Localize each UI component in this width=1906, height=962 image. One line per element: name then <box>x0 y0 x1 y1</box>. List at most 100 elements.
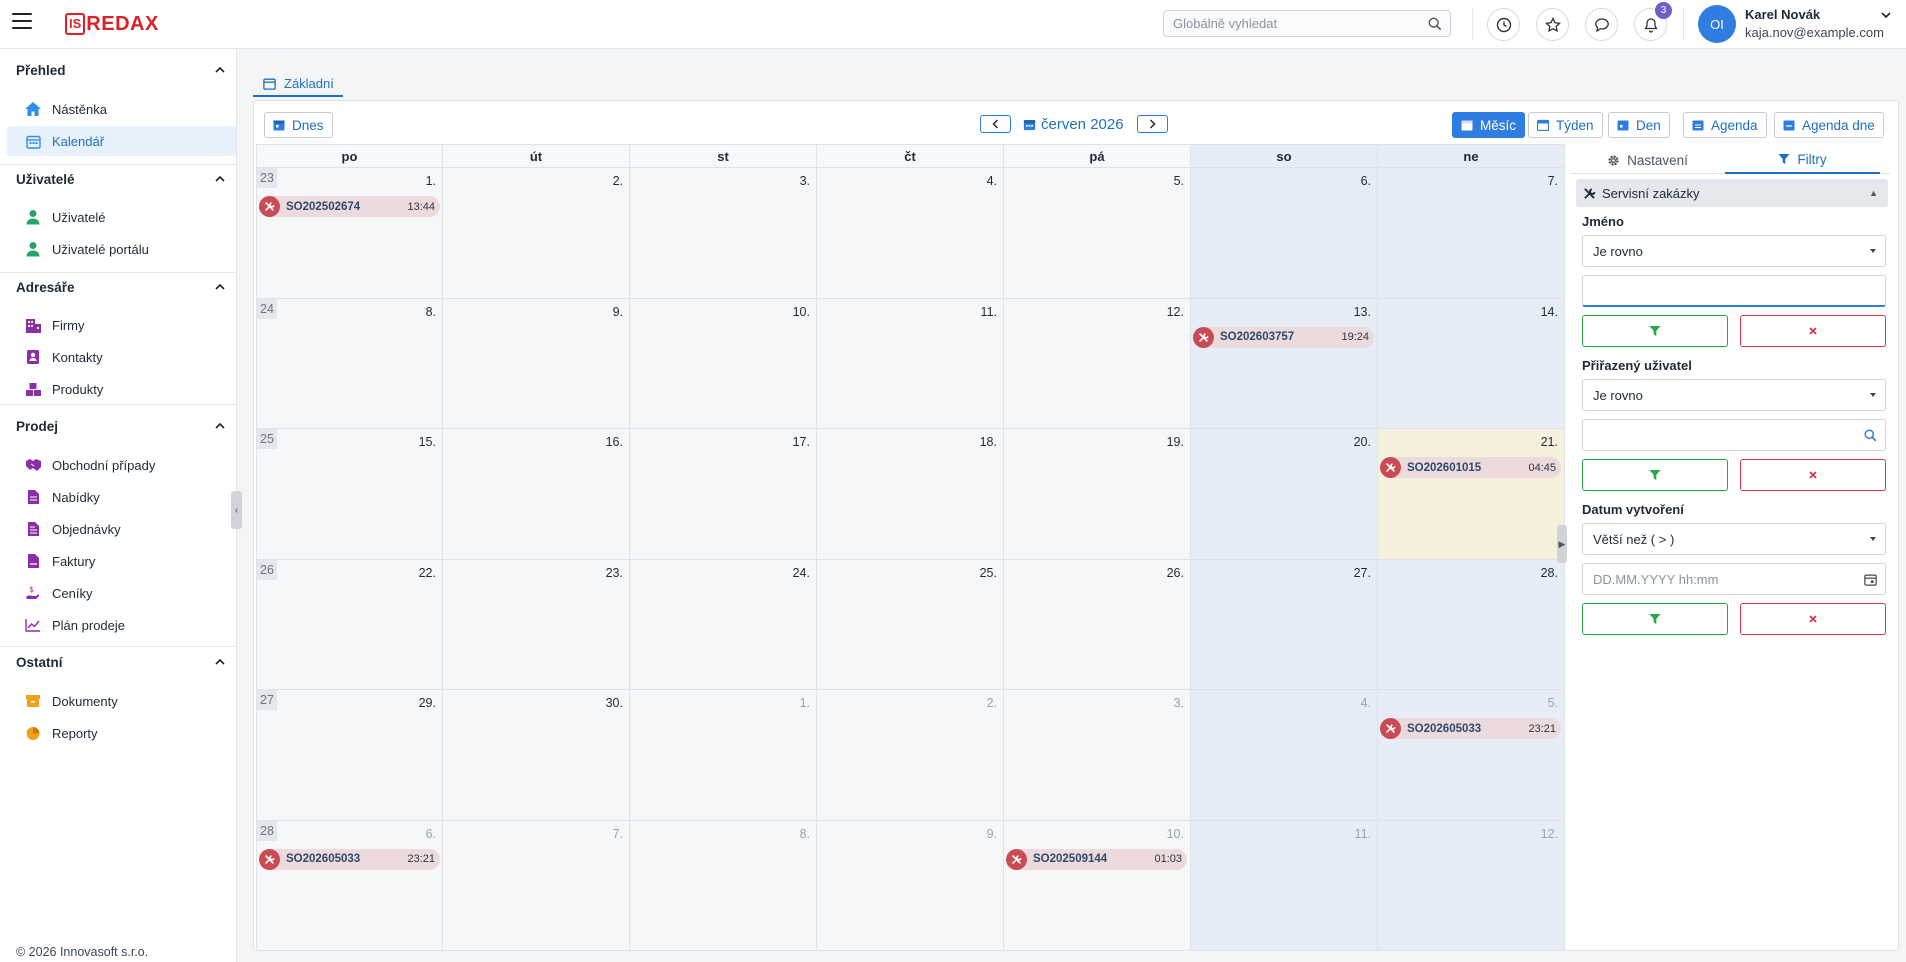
assigned-operator-select[interactable]: Je rovno <box>1582 379 1886 411</box>
day-number[interactable]: 15. <box>419 435 436 449</box>
month-title[interactable]: červen 2026 <box>1023 113 1124 135</box>
section-ostatni[interactable]: Ostatní <box>0 651 236 673</box>
day-cell[interactable]: 26 22. <box>256 559 443 690</box>
day-number[interactable]: 10. <box>793 305 810 319</box>
day-cell[interactable]: 17. <box>630 429 817 560</box>
day-number[interactable]: 30. <box>606 696 623 710</box>
day-number[interactable]: 5. <box>1174 174 1184 188</box>
global-search-input[interactable] <box>1164 11 1414 36</box>
day-number[interactable]: 2. <box>987 696 997 710</box>
week-number[interactable]: 23 <box>257 168 277 188</box>
sidebar-item-plan-prodeje[interactable]: Plán prodeje <box>7 610 236 640</box>
day-number[interactable]: 20. <box>1354 435 1371 449</box>
week-number[interactable]: 25 <box>257 429 277 449</box>
sidebar-item-nabidky[interactable]: Nabídky <box>7 482 236 512</box>
sidebar-item-nastenka[interactable]: Nástěnka <box>7 94 236 124</box>
day-cell[interactable]: 10. <box>630 298 817 429</box>
calendar-event[interactable]: SO202605033 23:21 <box>259 848 440 870</box>
filter-panel-toggle[interactable]: ▶ <box>1557 525 1567 563</box>
day-number[interactable]: 12. <box>1541 827 1558 841</box>
day-cell[interactable]: 5. <box>1004 168 1191 299</box>
day-number[interactable]: 6. <box>426 827 436 841</box>
view-month-button[interactable]: Měsíc <box>1452 112 1526 138</box>
name-apply-filter-button[interactable] <box>1582 315 1728 347</box>
day-cell[interactable]: 1. <box>630 690 817 821</box>
day-cell[interactable]: 28. <box>1378 559 1565 690</box>
day-cell[interactable]: 27 29. <box>256 690 443 821</box>
history-button[interactable] <box>1487 8 1520 41</box>
day-cell[interactable]: 3. <box>630 168 817 299</box>
assigned-user-input[interactable] <box>1583 420 1843 450</box>
day-cell[interactable]: 28 6. SO202605033 23:21 <box>256 820 443 951</box>
day-cell[interactable]: 2. <box>817 690 1004 821</box>
day-number[interactable]: 18. <box>980 435 997 449</box>
day-cell[interactable]: 26. <box>1004 559 1191 690</box>
day-number[interactable]: 19. <box>1167 435 1184 449</box>
calendar-event[interactable]: SO202502674 13:44 <box>259 196 440 217</box>
day-cell[interactable]: 25. <box>817 559 1004 690</box>
user-name[interactable]: Karel Novák <box>1745 7 1820 22</box>
view-agenda-button[interactable]: Agenda <box>1683 112 1767 138</box>
sidebar-item-uzivatele[interactable]: Uživatelé <box>7 202 236 232</box>
day-number[interactable]: 21. <box>1541 435 1558 449</box>
day-cell-today[interactable]: 21. SO202601015 04:45 <box>1378 429 1565 560</box>
day-number[interactable]: 1. <box>800 696 810 710</box>
day-number[interactable]: 28. <box>1541 566 1558 580</box>
calendar-icon[interactable] <box>1864 573 1877 586</box>
calendar-event[interactable]: SO202605033 23:21 <box>1380 718 1561 739</box>
day-number[interactable]: 4. <box>1361 696 1371 710</box>
day-number[interactable]: 12. <box>1167 305 1184 319</box>
assigned-clear-filter-button[interactable] <box>1740 459 1886 491</box>
day-cell[interactable]: 11. <box>1191 820 1378 951</box>
day-number[interactable]: 9. <box>987 827 997 841</box>
day-number[interactable]: 16. <box>606 435 623 449</box>
day-number[interactable]: 8. <box>426 305 436 319</box>
next-month-button[interactable] <box>1137 115 1168 133</box>
app-logo[interactable]: IS REDAX <box>65 12 159 36</box>
day-cell[interactable]: 9. <box>443 298 630 429</box>
search-icon[interactable] <box>1864 429 1877 442</box>
calendar-event[interactable]: SO202509144 01:03 <box>1006 848 1187 870</box>
day-cell[interactable]: 23 1. SO202502674 13:44 <box>256 168 443 299</box>
view-agenda-day-button[interactable]: Agenda dne <box>1774 112 1884 138</box>
sidebar-item-objednavky[interactable]: Objednávky <box>7 514 236 544</box>
search-icon[interactable] <box>1428 17 1442 31</box>
day-cell[interactable]: 19. <box>1004 429 1191 560</box>
day-cell[interactable]: 8. <box>630 820 817 951</box>
day-number[interactable]: 22. <box>419 566 436 580</box>
day-number[interactable]: 3. <box>1174 696 1184 710</box>
day-number[interactable]: 14. <box>1541 305 1558 319</box>
day-cell[interactable]: 30. <box>443 690 630 821</box>
day-cell[interactable]: 7. <box>1378 168 1565 299</box>
day-cell[interactable]: 24 8. <box>256 298 443 429</box>
day-number[interactable]: 26. <box>1167 566 1184 580</box>
day-number[interactable]: 1. <box>426 174 436 188</box>
day-cell[interactable]: 23. <box>443 559 630 690</box>
day-number[interactable]: 7. <box>613 827 623 841</box>
week-number[interactable]: 26 <box>257 559 277 580</box>
calendar-event[interactable]: SO202603757 19:24 <box>1193 326 1374 348</box>
day-cell[interactable]: 18. <box>817 429 1004 560</box>
tab-settings[interactable]: Nastavení <box>1570 146 1725 174</box>
day-cell[interactable]: 5. SO202605033 23:21 <box>1378 690 1565 821</box>
section-prodej[interactable]: Prodej <box>0 415 236 437</box>
day-number[interactable]: 13. <box>1354 305 1371 319</box>
day-number[interactable]: 8. <box>800 827 810 841</box>
sidebar-collapse-handle[interactable]: ‹ <box>231 491 242 529</box>
sidebar-item-ceniky[interactable]: $ Ceníky <box>7 578 236 608</box>
day-number[interactable]: 23. <box>606 566 623 580</box>
day-number[interactable]: 2. <box>613 174 623 188</box>
day-number[interactable]: 3. <box>800 174 810 188</box>
day-number[interactable]: 6. <box>1361 174 1371 188</box>
name-clear-filter-button[interactable] <box>1740 315 1886 347</box>
day-cell[interactable]: 20. <box>1191 429 1378 560</box>
day-cell[interactable]: 3. <box>1004 690 1191 821</box>
day-cell[interactable]: 24. <box>630 559 817 690</box>
tab-zakladni[interactable]: Základní <box>253 71 343 97</box>
day-cell[interactable]: 6. <box>1191 168 1378 299</box>
day-number[interactable]: 9. <box>613 305 623 319</box>
sidebar-item-reporty[interactable]: Reporty <box>7 718 236 748</box>
calendar-event[interactable]: SO202601015 04:45 <box>1380 457 1561 478</box>
favorites-button[interactable] <box>1536 8 1569 41</box>
day-number[interactable]: 17. <box>793 435 810 449</box>
